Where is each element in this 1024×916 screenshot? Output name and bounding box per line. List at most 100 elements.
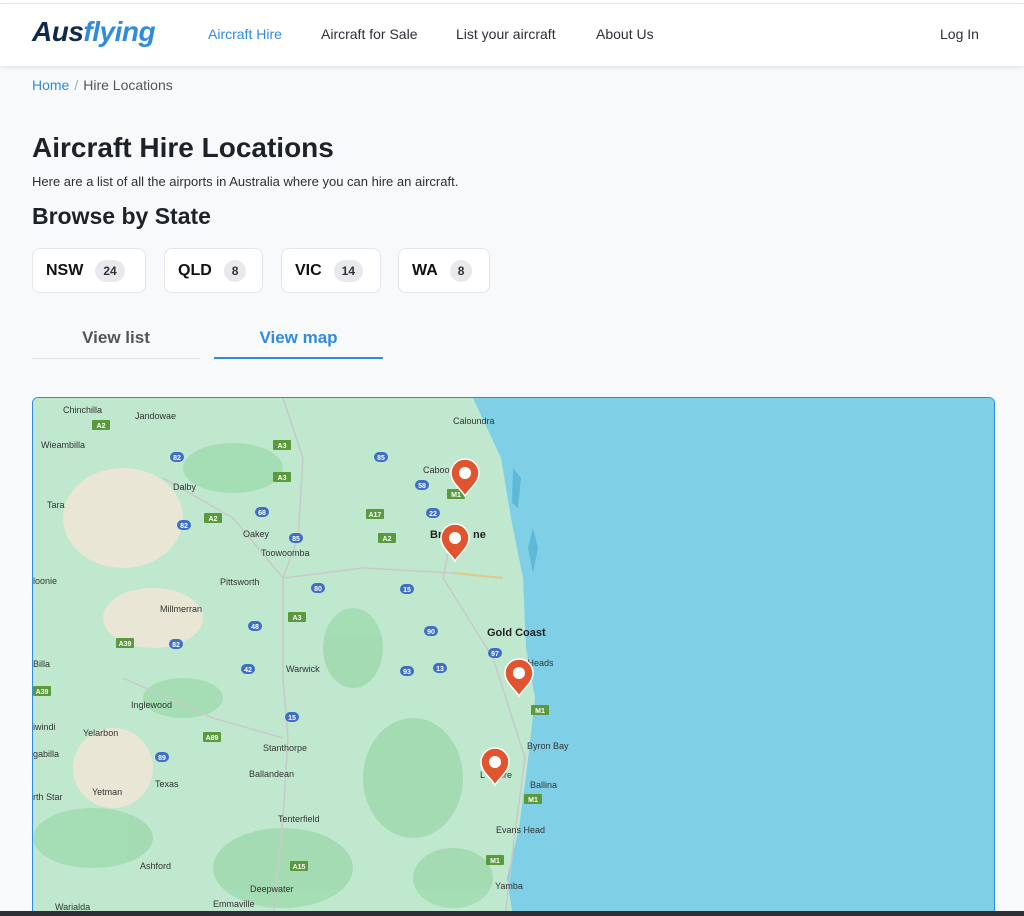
- road-shield: 80: [311, 583, 325, 593]
- road-shield: 89: [155, 752, 169, 762]
- map-place-label: Billa: [33, 659, 50, 669]
- svg-text:A3: A3: [293, 615, 302, 622]
- map-place-label: iwindi: [33, 722, 56, 732]
- state-chip-vic[interactable]: VIC 14: [281, 248, 381, 293]
- svg-text:A3: A3: [278, 475, 287, 482]
- map-place-label: Dalby: [173, 482, 197, 492]
- svg-text:42: 42: [244, 667, 252, 674]
- map-place-label: Yamba: [495, 881, 523, 891]
- map-place-label: Tara: [47, 500, 65, 510]
- login-link[interactable]: Log In: [940, 26, 979, 42]
- road-shield: A15: [290, 861, 308, 871]
- svg-text:58: 58: [418, 483, 426, 490]
- map-place-label: Evans Head: [496, 825, 545, 835]
- road-shield: 58: [415, 480, 429, 490]
- ausflying-logo[interactable]: Ausflying: [32, 16, 156, 48]
- state-name: NSW: [46, 261, 84, 279]
- road-shield: A3: [288, 612, 306, 622]
- svg-text:22: 22: [429, 511, 437, 518]
- tab-view-map[interactable]: View map: [214, 318, 383, 359]
- svg-text:48: 48: [251, 624, 259, 631]
- map-place-label: Toowoomba: [261, 548, 310, 558]
- svg-text:68: 68: [258, 510, 266, 517]
- road-shield: M1: [486, 855, 504, 865]
- locations-map[interactable]: Chinchilla Jandowae Caloundra Wieambilla Cab…: [32, 397, 995, 916]
- svg-text:A39: A39: [36, 689, 49, 696]
- svg-text:85: 85: [377, 455, 385, 462]
- state-chip-wa[interactable]: WA 8: [398, 248, 490, 293]
- state-chip-qld[interactable]: QLD 8: [164, 248, 263, 293]
- map-place-label: Pittsworth: [220, 577, 260, 587]
- map-place-label: rth Star: [33, 792, 63, 802]
- state-count-badge: 24: [95, 259, 125, 282]
- road-shield: A3: [273, 472, 291, 482]
- road-shield: 13: [433, 663, 447, 673]
- nav-aircraft-hire[interactable]: Aircraft Hire: [208, 26, 282, 42]
- svg-text:A89: A89: [206, 735, 219, 742]
- svg-text:A39: A39: [119, 641, 132, 648]
- state-name: WA: [412, 261, 438, 279]
- svg-text:90: 90: [427, 629, 435, 636]
- breadcrumb-home[interactable]: Home: [32, 77, 69, 93]
- map-place-label: Ballandean: [249, 769, 294, 779]
- road-shield: A2: [204, 513, 222, 523]
- svg-text:M1: M1: [451, 492, 461, 499]
- map-place-label: Yelarbon: [83, 728, 118, 738]
- road-shield: 48: [248, 621, 262, 631]
- map-place-label: Ashford: [140, 861, 171, 871]
- svg-text:89: 89: [158, 755, 166, 762]
- svg-text:M1: M1: [490, 858, 500, 865]
- state-name: VIC: [295, 261, 322, 279]
- page-title: Aircraft Hire Locations: [32, 132, 334, 163]
- road-shield: 15: [400, 584, 414, 594]
- map-place-label: Tenterfield: [278, 814, 320, 824]
- svg-text:A2: A2: [383, 536, 392, 543]
- road-shield: 82: [170, 452, 184, 462]
- nav-about-us[interactable]: About Us: [596, 26, 654, 42]
- svg-text:A15: A15: [293, 864, 306, 871]
- tab-view-list[interactable]: View list: [32, 318, 200, 359]
- road-shield: 22: [426, 508, 440, 518]
- road-shield: 93: [400, 666, 414, 676]
- svg-text:13: 13: [436, 666, 444, 673]
- map-place-label: ne: [473, 529, 486, 541]
- svg-text:A2: A2: [97, 423, 106, 430]
- road-shield: A39: [116, 638, 134, 648]
- nav-aircraft-for-sale[interactable]: Aircraft for Sale: [321, 26, 417, 42]
- road-shield: 15: [285, 712, 299, 722]
- map-place-label: gabilla: [33, 749, 59, 759]
- svg-text:82: 82: [172, 642, 180, 649]
- map-place-label: Deepwater: [250, 884, 294, 894]
- road-shield: 82: [169, 639, 183, 649]
- map-place-label: Wieambilla: [41, 440, 85, 450]
- road-shield: M1: [531, 705, 549, 715]
- map-place-label: Chinchilla: [63, 405, 102, 415]
- map-place-label: Oakey: [243, 529, 270, 539]
- map-place-label: Gold Coast: [487, 627, 546, 639]
- road-shield: A2: [92, 420, 110, 430]
- browse-by-state-heading: Browse by State: [32, 203, 211, 229]
- nav-list-your-aircraft[interactable]: List your aircraft: [456, 26, 556, 42]
- svg-text:M1: M1: [535, 708, 545, 715]
- map-place-label: Byron Bay: [527, 741, 569, 751]
- map-place-label: loonie: [33, 576, 57, 586]
- road-shield: A3: [273, 440, 291, 450]
- breadcrumb-separator: /: [74, 77, 79, 93]
- map-place-label: Inglewood: [131, 700, 172, 710]
- road-shield: A89: [203, 732, 221, 742]
- map-place-label: Warwick: [286, 664, 320, 674]
- state-chip-nsw[interactable]: NSW 24: [32, 248, 146, 293]
- map-place-label: Caboo: [423, 465, 450, 475]
- map-ocean: [473, 398, 994, 915]
- state-count-badge: 14: [333, 259, 364, 282]
- breadcrumb: Home / Hire Locations: [32, 77, 173, 93]
- map-canvas[interactable]: Chinchilla Jandowae Caloundra Wieambilla Cab…: [33, 398, 995, 916]
- svg-text:M1: M1: [528, 797, 538, 804]
- road-shield: 90: [424, 626, 438, 636]
- svg-text:85: 85: [292, 536, 300, 543]
- bottom-edge: [0, 911, 1024, 916]
- svg-text:A2: A2: [209, 516, 218, 523]
- svg-text:80: 80: [314, 586, 322, 593]
- state-name: QLD: [178, 261, 212, 279]
- road-shield: 97: [488, 648, 502, 658]
